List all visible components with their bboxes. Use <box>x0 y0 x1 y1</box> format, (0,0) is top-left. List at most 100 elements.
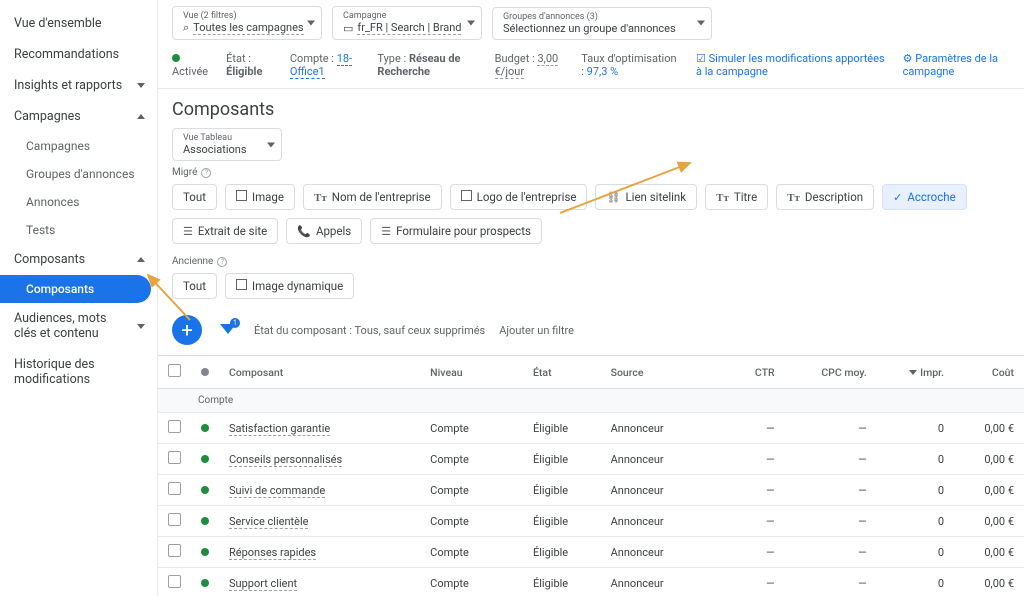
table-view-select[interactable]: Vue Tableau Associations <box>172 128 282 161</box>
sidebar-item-history[interactable]: Historique des modifications <box>0 349 157 395</box>
chip-formulaire-pour-prospects[interactable]: ☰Formulaire pour prospects <box>370 218 542 244</box>
tt-icon: Tᴛ <box>314 191 327 204</box>
sidebar-item-campaigns[interactable]: Campagnes <box>0 101 157 132</box>
chip-image[interactable]: Image <box>225 184 295 210</box>
col-etat[interactable]: État <box>523 356 601 389</box>
filter-adgroup[interactable]: Groupes d'annonces (3) Sélectionnez un g… <box>492 7 712 40</box>
status-dot-icon <box>201 517 209 525</box>
filter-status-text: État du composant : Tous, sauf ceux supp… <box>254 324 485 337</box>
status-active: Activée <box>172 52 208 78</box>
sidebar-item-insights[interactable]: Insights et rapports <box>0 70 157 101</box>
check-icon: ✓ <box>893 191 902 204</box>
chip-row-ancienne: Tout Image dynamique <box>158 267 1024 305</box>
filter-view[interactable]: Vue (2 filtres) ⌕ Toutes les campagnes <box>172 6 322 40</box>
group-row: Compte <box>158 389 1024 413</box>
filter-campaign[interactable]: Campagne ▭ fr_FR | Search | Brand <box>332 6 482 40</box>
chip-titre[interactable]: TᴛTitre <box>705 184 768 210</box>
chip-lien-sitelink[interactable]: ⛓Lien sitelink <box>595 184 697 210</box>
filter-icon[interactable]: 1 <box>216 318 240 342</box>
add-button[interactable]: + <box>172 315 202 345</box>
col-composant[interactable]: Composant <box>219 356 420 389</box>
components-table: Composant Niveau État Source CTR CPC moy… <box>158 355 1024 596</box>
help-icon[interactable]: ? <box>217 257 227 267</box>
row-checkbox[interactable] <box>168 451 181 464</box>
sidebar-item-components[interactable]: Composants <box>0 244 157 275</box>
sidebar-sub-tests[interactable]: Tests <box>0 216 157 244</box>
status-dot-icon <box>172 54 180 62</box>
status-dot-icon <box>201 455 209 463</box>
chip-extrait-de-site[interactable]: ☰Extrait de site <box>172 218 278 244</box>
row-checkbox[interactable] <box>168 513 181 526</box>
component-link[interactable]: Réponses rapides <box>229 546 316 560</box>
component-link[interactable]: Support client <box>229 577 297 591</box>
tt-icon: Tᴛ <box>787 191 800 204</box>
status-dot-icon <box>201 424 209 432</box>
status-dot-header-icon <box>201 368 209 376</box>
table-row: Réponses rapidesCompteÉligibleAnnonceur—… <box>158 537 1024 568</box>
row-checkbox[interactable] <box>168 544 181 557</box>
help-icon[interactable]: ? <box>201 168 211 178</box>
section-ancienne: Ancienne? <box>172 256 1024 267</box>
row-checkbox[interactable] <box>168 482 181 495</box>
add-filter-link[interactable]: Ajouter un filtre <box>499 324 574 337</box>
sidebar-sub-campaigns[interactable]: Campagnes <box>0 132 157 160</box>
sort-desc-icon <box>909 370 917 375</box>
col-source[interactable]: Source <box>601 356 704 389</box>
chip-image-dynamique[interactable]: Image dynamique <box>225 273 354 299</box>
list-icon: ☰ <box>183 225 193 238</box>
chevron-up-icon <box>137 114 145 119</box>
chip-appels[interactable]: 📞Appels <box>286 218 362 244</box>
chevron-down-icon <box>137 324 145 329</box>
sidebar-item-audiences[interactable]: Audiences, mots clés et contenu <box>0 303 157 349</box>
caret-down-icon <box>307 21 315 26</box>
status-dot-icon <box>201 486 209 494</box>
table-row: Service clientèleCompteÉligibleAnnonceur… <box>158 506 1024 537</box>
chevron-up-icon <box>137 257 145 262</box>
section-migre: Migré? <box>172 167 1024 178</box>
col-ctr[interactable]: CTR <box>703 356 784 389</box>
img-icon <box>236 279 247 293</box>
row-checkbox[interactable] <box>168 420 181 433</box>
chip-accroche[interactable]: ✓Accroche <box>882 184 967 210</box>
optimization-rate[interactable]: 97,3 % <box>587 65 619 78</box>
col-cout[interactable]: Coût <box>954 356 1024 389</box>
row-checkbox[interactable] <box>168 575 181 588</box>
settings-link[interactable]: ⚙ Paramètres de la campagne <box>903 52 1010 78</box>
component-link[interactable]: Satisfaction garantie <box>229 422 330 436</box>
table-row: Support clientCompteÉligibleAnnonceur——0… <box>158 568 1024 596</box>
col-cpc[interactable]: CPC moy. <box>785 356 877 389</box>
sidebar: Vue d'ensemble Recommandations Insights … <box>0 0 158 596</box>
component-link[interactable]: Conseils personnalisés <box>229 453 342 467</box>
sidebar-sub-ads[interactable]: Annonces <box>0 188 157 216</box>
sidebar-sub-adgroups[interactable]: Groupes d'annonces <box>0 160 157 188</box>
status-dot-icon <box>201 579 209 587</box>
tt-icon: Tᴛ <box>716 191 729 204</box>
link-icon: ⛓ <box>606 191 620 204</box>
component-link[interactable]: Service clientèle <box>229 515 308 529</box>
checkbox-all[interactable] <box>168 364 181 377</box>
table-row: Suivi de commandeCompteÉligibleAnnonceur… <box>158 475 1024 506</box>
sidebar-item-recommendations[interactable]: Recommandations <box>0 39 157 70</box>
col-niveau[interactable]: Niveau <box>420 356 523 389</box>
component-link[interactable]: Suivi de commande <box>229 484 325 498</box>
phone-icon: 📞 <box>297 225 311 238</box>
simulate-link[interactable]: ☑ Simuler les modifications apportées à … <box>696 52 885 78</box>
filter-bar: Vue (2 filtres) ⌕ Toutes les campagnes C… <box>158 0 1024 46</box>
chip-nom-de-l-entreprise[interactable]: TᴛNom de l'entreprise <box>303 184 442 210</box>
list-icon: ☰ <box>381 225 391 238</box>
caret-down-icon <box>267 142 275 147</box>
col-impr[interactable]: Impr. <box>877 356 954 389</box>
chip-description[interactable]: TᴛDescription <box>776 184 874 210</box>
table-row: Satisfaction garantieCompteÉligibleAnnon… <box>158 413 1024 444</box>
caret-down-icon <box>697 21 705 26</box>
img-icon <box>461 190 472 204</box>
chevron-down-icon <box>137 83 145 88</box>
page-title: Composants <box>158 89 1024 128</box>
table-row: Conseils personnalisésCompteÉligibleAnno… <box>158 444 1024 475</box>
action-bar: + 1 État du composant : Tous, sauf ceux … <box>158 305 1024 355</box>
chip-tout[interactable]: Tout <box>172 273 217 299</box>
chip-logo-de-l-entreprise[interactable]: Logo de l'entreprise <box>450 184 588 210</box>
chip-tout[interactable]: Tout <box>172 184 217 210</box>
sidebar-item-overview[interactable]: Vue d'ensemble <box>0 8 157 39</box>
sidebar-sub-components[interactable]: Composants <box>0 275 151 303</box>
